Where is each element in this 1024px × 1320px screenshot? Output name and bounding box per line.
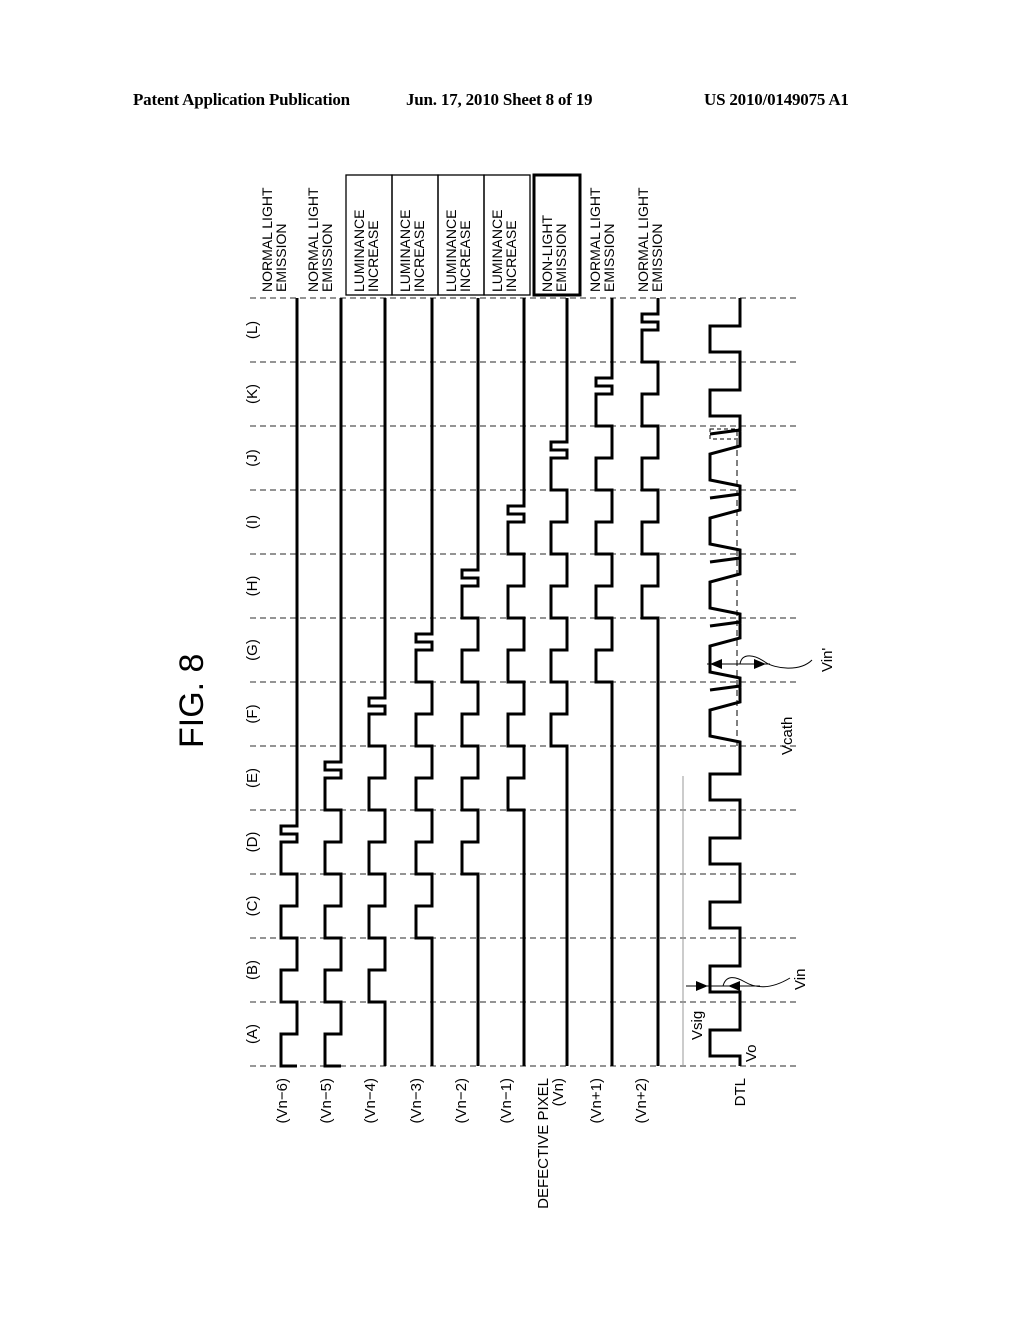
period-label: (F) <box>244 704 261 723</box>
timing-diagram: FIG. 8 (A) (B) (C) (D) (E) (F) (G) (H) (I) (J) (K)… <box>173 173 836 1209</box>
vin-prime-arrow-right-icon <box>754 659 766 669</box>
vin-prime-leader-line <box>739 655 813 669</box>
vin-label: Vin <box>792 969 809 990</box>
period-label: (K) <box>244 384 261 404</box>
period-label: (L) <box>244 321 261 339</box>
signal-label: (Vn−5) <box>318 1078 335 1123</box>
period-label: (E) <box>244 768 261 788</box>
signal-label: (Vn) <box>550 1078 567 1106</box>
signal-label: (Vn+1) <box>588 1078 605 1123</box>
period-label: (A) <box>244 1024 261 1044</box>
period-label: (D) <box>244 832 261 853</box>
status-label-line2: INCREASE <box>411 220 427 292</box>
status-label-line2: EMISSION <box>319 224 335 292</box>
signal-waveform-vn <box>549 298 569 1066</box>
dtl-label: DTL <box>732 1078 749 1106</box>
vin-prime-label: Vin' <box>819 648 836 672</box>
period-label: (H) <box>244 576 261 597</box>
status-label-line2: INCREASE <box>503 220 519 292</box>
status-label-line2: EMISSION <box>553 224 569 292</box>
figure-title: FIG. 8 <box>173 654 211 748</box>
signal-waveform-vn-2 <box>460 298 480 1066</box>
vo-label: Vo <box>743 1044 760 1062</box>
period-label: (G) <box>244 639 261 661</box>
signal-label: (Vn−6) <box>274 1078 291 1123</box>
status-label-line2: EMISSION <box>649 224 665 292</box>
signal-waveform-vn-3 <box>414 298 434 1066</box>
signal-label: (Vn−2) <box>453 1078 470 1123</box>
signal-label: (Vn−3) <box>408 1078 425 1123</box>
status-label-line2: INCREASE <box>365 220 381 292</box>
period-label: (I) <box>244 515 261 529</box>
period-label: (B) <box>244 960 261 980</box>
vin-arrow-left-icon <box>696 981 708 991</box>
signal-label: (Vn−1) <box>498 1078 515 1123</box>
signal-waveform-vn-1 <box>506 298 526 1066</box>
status-label-line2: EMISSION <box>601 224 617 292</box>
signal-label: (Vn−4) <box>362 1078 379 1123</box>
signal-waveform-vn+1 <box>594 298 614 1066</box>
vin-prime-arrow-left-icon <box>710 659 722 669</box>
vcath-label: Vcath <box>779 717 796 755</box>
period-label: (J) <box>244 449 261 467</box>
period-label: (C) <box>244 896 261 917</box>
signal-label: (Vn+2) <box>633 1078 650 1123</box>
vsig-label: Vsig <box>689 1011 706 1040</box>
vin-arrow-right-icon <box>728 981 740 991</box>
status-label-line2: INCREASE <box>457 220 473 292</box>
status-label-line2: EMISSION <box>273 224 289 292</box>
